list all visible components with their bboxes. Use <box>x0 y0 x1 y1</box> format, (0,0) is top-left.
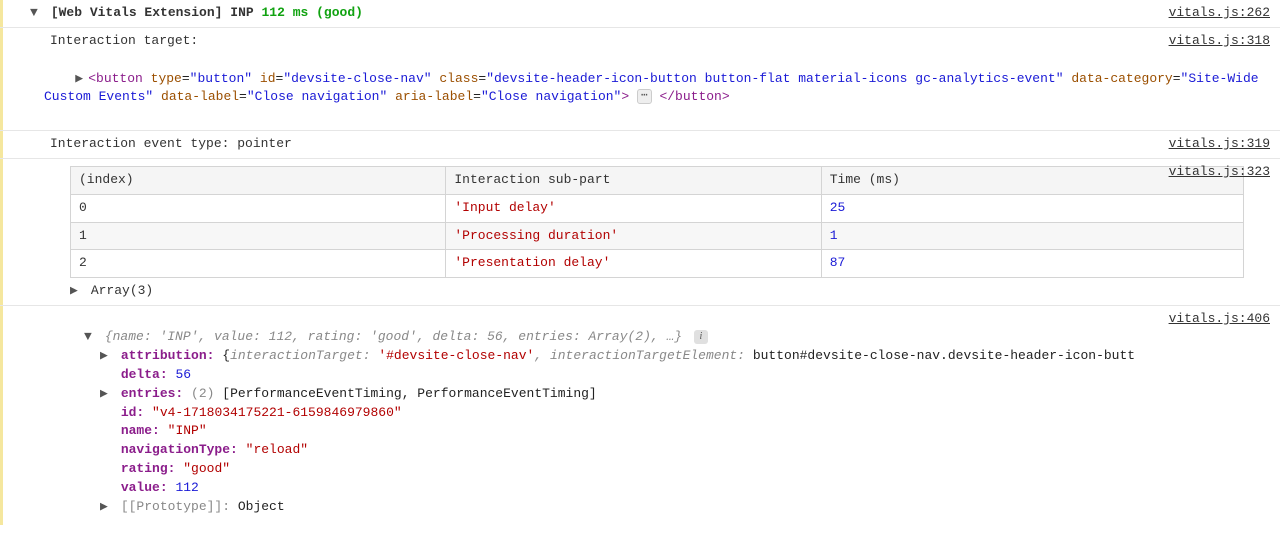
prop-prototype[interactable]: ▶ [[Prototype]]: Object <box>30 498 1274 517</box>
prop-id: id: "v4-1718034175221-6159846979860" <box>30 404 1274 423</box>
metric-value: 112 ms <box>261 5 308 20</box>
prop-navigation-type: navigationType: "reload" <box>30 441 1274 460</box>
console-row-target: Interaction target: vitals.js:318 ▶<butt… <box>0 28 1280 131</box>
array-summary[interactable]: Array(3) <box>91 283 153 298</box>
source-link[interactable]: vitals.js:406 <box>1169 310 1270 329</box>
source-link[interactable]: vitals.js:318 <box>1169 32 1270 51</box>
table-row: 2 'Presentation delay' 87 <box>71 250 1244 278</box>
console-row-header: ▼ [Web Vitals Extension] INP 112 ms (goo… <box>0 0 1280 28</box>
chevron-down-icon[interactable]: ▼ <box>30 4 40 23</box>
chevron-right-icon[interactable]: ▶ <box>75 70 85 89</box>
console-row-object: vitals.js:406 ▼ {name: 'INP', value: 112… <box>0 306 1280 524</box>
source-link[interactable]: vitals.js:262 <box>1169 4 1270 23</box>
prop-value: value: 112 <box>30 479 1274 498</box>
prop-entries[interactable]: ▶ entries: (2) [PerformanceEventTiming, … <box>30 385 1274 404</box>
log-prefix: [Web Vitals Extension] <box>51 5 223 20</box>
console-row-event-type: Interaction event type: pointer vitals.j… <box>0 131 1280 159</box>
th-subpart: Interaction sub-part <box>446 166 821 194</box>
source-link[interactable]: vitals.js:323 <box>1169 163 1270 182</box>
event-type-text: Interaction event type: pointer <box>50 136 292 151</box>
info-icon[interactable]: i <box>694 330 708 344</box>
prop-delta: delta: 56 <box>30 366 1274 385</box>
breakdown-table: (index) Interaction sub-part Time (ms) 0… <box>70 166 1244 278</box>
console-row-table: vitals.js:323 (index) Interaction sub-pa… <box>0 159 1280 306</box>
metric-name: INP <box>230 5 253 20</box>
chevron-right-icon[interactable]: ▶ <box>100 385 110 404</box>
ellipsis-icon[interactable]: ⋯ <box>637 89 652 104</box>
object-summary[interactable]: {name: 'INP', value: 112, rating: 'good'… <box>105 329 682 344</box>
prop-name: name: "INP" <box>30 422 1274 441</box>
metric-rating: (good) <box>316 5 363 20</box>
target-element[interactable]: ▶<button type="button" id="devsite-close… <box>44 51 1274 126</box>
table-row: 1 'Processing duration' 1 <box>71 222 1244 250</box>
chevron-right-icon[interactable]: ▶ <box>100 498 110 517</box>
chevron-right-icon[interactable]: ▶ <box>100 347 110 366</box>
th-index: (index) <box>71 166 446 194</box>
chevron-right-icon[interactable]: ▶ <box>70 282 80 301</box>
prop-rating: rating: "good" <box>30 460 1274 479</box>
table-row: 0 'Input delay' 25 <box>71 194 1244 222</box>
source-link[interactable]: vitals.js:319 <box>1169 135 1270 154</box>
chevron-down-icon[interactable]: ▼ <box>84 328 94 347</box>
prop-attribution[interactable]: ▶ attribution: {interactionTarget: '#dev… <box>30 347 1274 366</box>
target-label: Interaction target: <box>50 32 1274 51</box>
